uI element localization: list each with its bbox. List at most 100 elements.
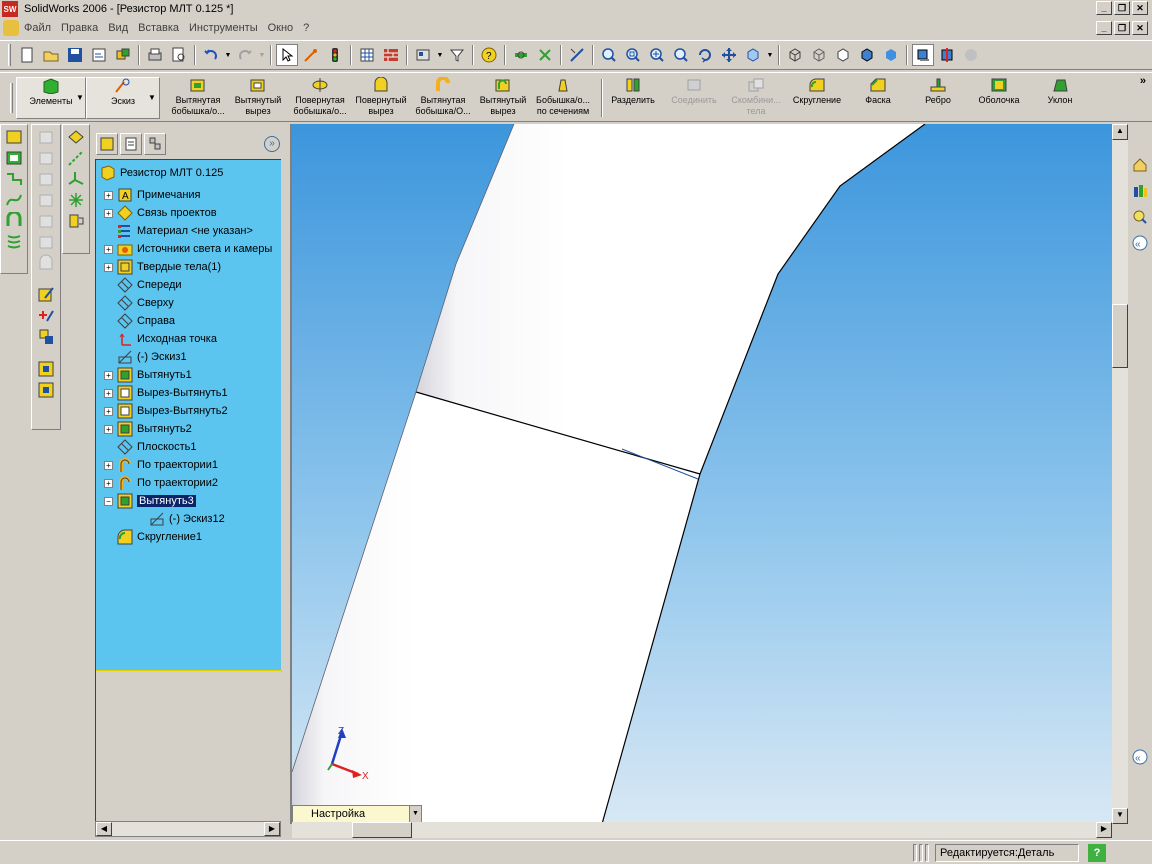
tab-configuration-manager[interactable] (144, 133, 166, 155)
tree-item[interactable]: + Связь проектов (104, 204, 217, 222)
tree-item[interactable]: + По траектории2 (104, 474, 218, 492)
menu-file[interactable]: Файл (19, 22, 56, 34)
home-icon[interactable] (1131, 156, 1149, 174)
undo-dropdown-icon[interactable]: ▼ (224, 44, 232, 66)
select-icon[interactable] (276, 44, 298, 66)
tab-property-manager[interactable] (120, 133, 142, 155)
tree-item[interactable]: + Вытянуть2 (104, 420, 192, 438)
draft-button[interactable]: Уклон (1034, 77, 1086, 119)
rotate-view-icon[interactable] (694, 44, 716, 66)
vscroll-thumb[interactable] (1112, 304, 1128, 368)
view-orientation-icon[interactable] (742, 44, 764, 66)
scroll-right-icon[interactable]: ▶ (264, 822, 280, 836)
traffic-light-icon[interactable] (324, 44, 346, 66)
cube-disabled-icon-6[interactable] (37, 233, 55, 251)
pan-icon[interactable] (718, 44, 740, 66)
tree-expander-icon[interactable]: + (104, 190, 113, 200)
sketch-strip-icon[interactable] (5, 170, 23, 188)
section-view-icon[interactable] (936, 44, 958, 66)
save-icon[interactable] (64, 44, 86, 66)
tree-expander-icon[interactable]: + (104, 406, 113, 416)
tab-feature-tree[interactable] (96, 133, 118, 155)
tree-item[interactable]: Исходная точка (104, 330, 217, 348)
print-preview-icon[interactable] (168, 44, 190, 66)
zoom-to-fit-icon[interactable] (598, 44, 620, 66)
extruded-cut-button[interactable]: Вытянутый вырез (232, 77, 284, 119)
cube-disabled-icon-2[interactable] (37, 149, 55, 167)
cube-disabled-icon-1[interactable] (37, 128, 55, 146)
tree-item[interactable]: + Вытянуть1 (104, 366, 192, 384)
close-button[interactable]: ✕ (1132, 1, 1148, 15)
restore-button[interactable]: ❐ (1114, 1, 1130, 15)
reference-point-icon[interactable] (67, 191, 85, 209)
tree-expander-icon[interactable]: − (104, 496, 113, 506)
shape-disabled-icon[interactable] (37, 254, 55, 272)
tree-item[interactable]: + Твердые тела(1) (104, 258, 221, 276)
toolbar-grip[interactable] (8, 44, 11, 66)
more-commands-icon[interactable]: » (1140, 75, 1146, 87)
shell-button[interactable]: Оболочка (970, 77, 1028, 119)
menu-edit[interactable]: Правка (56, 22, 103, 34)
doc-close-button[interactable]: ✕ (1132, 21, 1148, 35)
redo-dropdown-icon[interactable]: ▼ (258, 44, 266, 66)
reference-axis-icon[interactable] (67, 149, 85, 167)
feature-tree-hscroll[interactable]: ◀ ▶ (95, 821, 281, 837)
properties-dropdown-icon[interactable]: ▼ (436, 44, 444, 66)
shadows-icon[interactable] (912, 44, 934, 66)
menu-help[interactable]: ? (298, 22, 314, 34)
tree-expander-icon[interactable]: + (104, 370, 113, 380)
cube-disabled-icon-3[interactable] (37, 170, 55, 188)
open-icon[interactable] (40, 44, 62, 66)
command-manager-grip[interactable] (10, 83, 13, 113)
revolved-boss-button[interactable]: Повернутая бобышка/о... (290, 77, 350, 119)
edit-sketch-icon[interactable] (566, 44, 588, 66)
menu-window[interactable]: Окно (263, 22, 299, 34)
tree-item[interactable]: + Источники света и камеры (104, 240, 272, 258)
zoom-in-out-icon[interactable] (646, 44, 668, 66)
shaded-with-edges-icon[interactable] (856, 44, 878, 66)
add-relation-icon[interactable] (37, 307, 55, 325)
tree-item[interactable]: Скругление1 (104, 528, 202, 546)
expand-task-pane-bottom-icon[interactable]: « (1131, 748, 1149, 766)
brick-icon[interactable] (380, 44, 402, 66)
graphics-hscroll[interactable]: ▶ (292, 822, 1112, 838)
make-assembly-icon[interactable] (112, 44, 134, 66)
helix-strip-icon[interactable] (5, 233, 23, 251)
view-orientation-dropdown-icon[interactable]: ▼ (766, 44, 774, 66)
edit-feature-icon[interactable] (37, 286, 55, 304)
graphics-vscroll[interactable]: ▲ ▼ (1112, 124, 1128, 824)
scroll-down-icon[interactable]: ▼ (1112, 808, 1128, 824)
options-grid-icon[interactable] (356, 44, 378, 66)
wireframe-icon[interactable] (784, 44, 806, 66)
combine-button[interactable]: Скомбини... тела (726, 77, 786, 119)
shaded-icon[interactable] (880, 44, 902, 66)
tree-root-item[interactable]: Резистор МЛТ 0.125 (100, 164, 223, 182)
rib-button[interactable]: Ребро (912, 77, 964, 119)
swept-boss-button[interactable]: Вытянутая бобышка/О... (412, 77, 474, 119)
chevron-down-icon[interactable]: ▼ (409, 806, 421, 822)
tree-item[interactable]: + A Примечания (104, 186, 201, 204)
document-icon[interactable] (3, 20, 19, 36)
tree-item[interactable]: + Вырез-Вытянуть2 (104, 402, 228, 420)
tree-item[interactable]: Справа (104, 312, 175, 330)
scroll-right-icon[interactable]: ▶ (1096, 822, 1112, 838)
configuration-dropdown[interactable]: Настройка ▼ (292, 805, 422, 823)
scroll-up-icon[interactable]: ▲ (1112, 124, 1128, 140)
tree-item[interactable]: (-) Эскиз12 (136, 510, 225, 528)
menu-insert[interactable]: Вставка (133, 22, 184, 34)
revolved-cut-button[interactable]: Повернутый вырез (352, 77, 410, 119)
status-help-icon[interactable]: ? (1088, 844, 1106, 862)
tree-expander-icon[interactable]: + (104, 244, 113, 254)
move-entity-icon[interactable] (37, 328, 55, 346)
hscroll-thumb[interactable] (352, 822, 412, 838)
rebuild-icon[interactable] (300, 44, 322, 66)
scroll-left-icon[interactable]: ◀ (96, 822, 112, 836)
swept-cut-button[interactable]: Вытянутый вырез (476, 77, 530, 119)
library-icon[interactable] (1131, 182, 1149, 200)
tree-item[interactable]: − Вытянуть3 (104, 492, 196, 510)
tree-expander-icon[interactable]: + (104, 424, 113, 434)
realview-icon[interactable] (960, 44, 982, 66)
tree-item[interactable]: Материал <не указан> (104, 222, 253, 240)
spline-strip-icon[interactable] (5, 191, 23, 209)
extrude-strip-icon[interactable] (5, 128, 23, 146)
